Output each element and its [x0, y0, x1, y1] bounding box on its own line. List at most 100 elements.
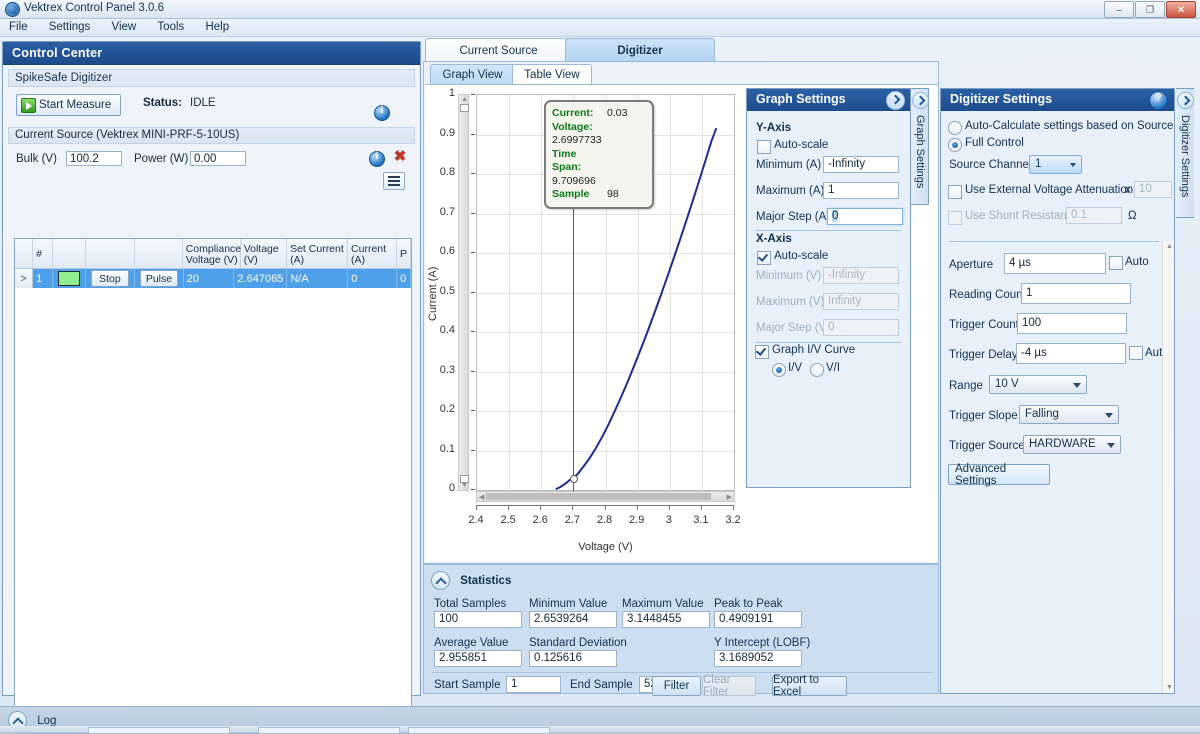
- y-major-step-value: 0: [832, 210, 838, 222]
- digitizer-settings-vertical-tab[interactable]: Digitizer Settings: [1176, 88, 1194, 218]
- trigger-slope-dropdown[interactable]: Falling: [1019, 405, 1119, 424]
- maximize-icon: ❐: [1146, 5, 1154, 14]
- trigger-count-input[interactable]: 100: [1017, 313, 1127, 334]
- plot-scroll-thumb-top[interactable]: [460, 104, 469, 112]
- aperture-input[interactable]: 4 µs: [1004, 253, 1106, 274]
- graph-settings-divider-1: [756, 230, 901, 231]
- shunt-resistance-checkbox[interactable]: [948, 211, 962, 225]
- row-color-swatch[interactable]: [58, 271, 80, 286]
- reading-count-input[interactable]: 1: [1021, 283, 1131, 304]
- field-start-sample[interactable]: 1: [506, 676, 561, 693]
- window-title: Vektrex Control Panel 3.0.6: [24, 2, 164, 14]
- menu-item-settings[interactable]: Settings: [40, 19, 100, 33]
- taskbar-item-2[interactable]: [258, 727, 400, 734]
- statistics-header[interactable]: Statistics: [431, 571, 511, 590]
- start-measure-button[interactable]: Start Measure: [16, 94, 121, 116]
- field-average-value[interactable]: 2.955851: [434, 650, 522, 667]
- trigger-source-dropdown[interactable]: HARDWARE: [1023, 435, 1121, 454]
- field-maximum-value[interactable]: 3.1448455: [622, 611, 710, 628]
- ext-attenuation-checkbox[interactable]: [948, 185, 962, 199]
- row-pulse-button[interactable]: Pulse: [140, 270, 178, 287]
- clear-filter-button[interactable]: Clear Filter: [702, 676, 756, 696]
- y-autoscale-checkbox[interactable]: [757, 140, 771, 154]
- menu-item-file[interactable]: File: [0, 19, 37, 33]
- trigger-count-label: Trigger Count: [949, 319, 1019, 331]
- menu-burger-button[interactable]: [383, 172, 405, 190]
- plot-horizontal-scrollbar[interactable]: ◀ ▶: [476, 491, 735, 502]
- filter-button[interactable]: Filter: [652, 676, 701, 696]
- x-autoscale-checkbox[interactable]: [757, 251, 771, 265]
- sub-tabs: Graph View Table View: [430, 64, 938, 84]
- ext-attenuation-label: Use External Voltage Attenuation: [965, 184, 1133, 196]
- cursor-line[interactable]: [573, 170, 574, 497]
- plot-vertical-scrollbar[interactable]: ▲ ▼: [458, 94, 469, 491]
- source-channel-dropdown[interactable]: 1: [1029, 155, 1082, 174]
- minimize-button[interactable]: –: [1104, 1, 1134, 18]
- taskbar-item-1[interactable]: [88, 727, 230, 734]
- cursor-point[interactable]: [570, 475, 578, 483]
- taskbar-item-3[interactable]: [408, 727, 550, 734]
- plot-scroll-left-icon[interactable]: ◀: [479, 493, 484, 501]
- menu-item-tools[interactable]: Tools: [148, 19, 193, 33]
- measure-row: Start Measure Status: IDLE: [8, 91, 415, 121]
- graph-settings-expand-icon[interactable]: [912, 92, 929, 109]
- row-stop-button[interactable]: Stop: [91, 270, 130, 287]
- digitizer-scroll-down-icon[interactable]: ▼: [1166, 684, 1173, 691]
- x-tick-label: 2.8: [592, 514, 618, 526]
- field-y-intercept[interactable]: 3.1689052: [714, 650, 802, 667]
- tab-current-source[interactable]: Current Source: [425, 38, 572, 63]
- help-icon[interactable]: [1149, 91, 1168, 110]
- bulk-value-field[interactable]: 100.2: [66, 151, 122, 166]
- tooltip-value-sample: 98: [607, 188, 619, 200]
- close-icon: ✕: [1177, 5, 1185, 14]
- power-value-field[interactable]: 0.00: [190, 151, 246, 166]
- export-to-excel-button[interactable]: Export to Excel: [772, 676, 847, 696]
- field-total-samples[interactable]: 100: [434, 611, 522, 628]
- trigger-source-value: HARDWARE: [1029, 438, 1096, 450]
- graph-settings-vertical-tab[interactable]: Graph Settings: [911, 88, 929, 205]
- plot-scroll-right-icon[interactable]: ▶: [727, 493, 732, 501]
- aperture-auto-checkbox[interactable]: [1109, 256, 1123, 270]
- table-row[interactable]: > 1 Stop Pulse 20 2.647065 N/A 0 0: [15, 269, 411, 288]
- plot-scroll-down-icon[interactable]: ▼: [461, 482, 468, 489]
- plot-area[interactable]: Current:0.03 Voltage:2.6997733 Time Span…: [476, 94, 735, 491]
- digitizer-settings-scrollbar[interactable]: ▲ ▼: [1162, 241, 1174, 693]
- advanced-settings-button[interactable]: Advanced Settings: [948, 464, 1050, 485]
- collapse-chevron-icon[interactable]: [431, 571, 450, 590]
- plot-scroll-up-icon[interactable]: ▲: [461, 96, 468, 103]
- menu-item-view[interactable]: View: [103, 19, 146, 33]
- field-standard-deviation[interactable]: 0.125616: [529, 650, 617, 667]
- trigger-delay-auto-checkbox[interactable]: [1129, 346, 1143, 360]
- close-source-icon[interactable]: ✖: [393, 150, 407, 164]
- maximize-button[interactable]: ❐: [1135, 1, 1165, 18]
- row-p: 0: [397, 269, 411, 288]
- radio-vi[interactable]: [810, 363, 824, 377]
- field-peak-to-peak[interactable]: 0.4909191: [714, 611, 802, 628]
- x-major-step-input: 0: [823, 319, 899, 336]
- tab-graph-view[interactable]: Graph View: [430, 64, 515, 85]
- control-center-title: Control Center: [3, 42, 420, 65]
- tab-table-view[interactable]: Table View: [512, 64, 592, 85]
- field-minimum-value[interactable]: 2.6539264: [529, 611, 617, 628]
- menu-item-help[interactable]: Help: [196, 19, 238, 33]
- digitizer-settings-expand-icon[interactable]: [1177, 92, 1194, 109]
- digitizer-scroll-up-icon[interactable]: ▲: [1166, 243, 1173, 250]
- graph-settings-collapse-button[interactable]: [886, 91, 905, 110]
- radio-iv[interactable]: [772, 363, 786, 377]
- range-dropdown[interactable]: 10 V: [989, 375, 1087, 394]
- y-minimum-input[interactable]: -Infinity: [823, 156, 899, 173]
- trigger-delay-input[interactable]: -4 µs: [1016, 343, 1126, 364]
- radio-auto-calculate[interactable]: [948, 121, 962, 135]
- y-major-step-input[interactable]: 0: [827, 208, 903, 225]
- tab-digitizer[interactable]: Digitizer: [565, 38, 715, 63]
- y-maximum-input[interactable]: 1: [823, 182, 899, 199]
- graph-iv-curve-checkbox[interactable]: [755, 345, 769, 359]
- plot-hscroll-thumb[interactable]: [486, 493, 711, 500]
- info-icon-device[interactable]: [374, 105, 390, 121]
- radio-full-control[interactable]: [948, 138, 962, 152]
- info-icon-source[interactable]: [369, 151, 385, 167]
- table-header-pulse: [135, 239, 183, 268]
- y-axis-section-title: Y-Axis: [756, 122, 791, 134]
- row-expander[interactable]: >: [15, 269, 33, 288]
- close-button[interactable]: ✕: [1166, 1, 1196, 18]
